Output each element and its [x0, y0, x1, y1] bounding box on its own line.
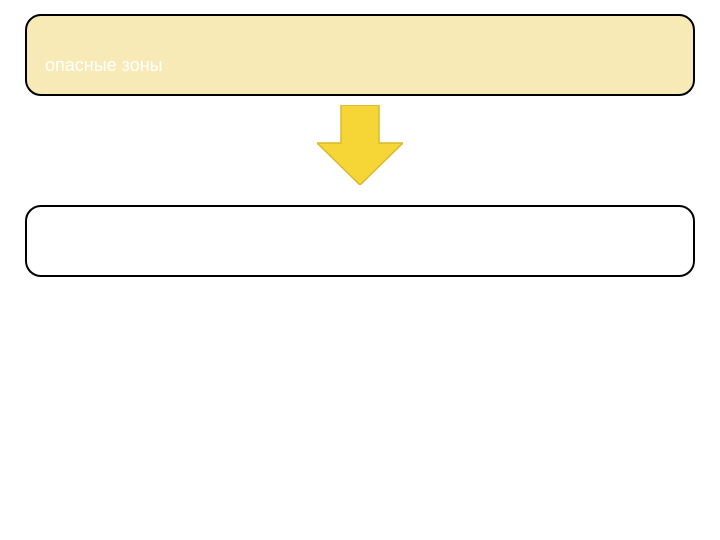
diagram-box-top-label: опасные зоны [45, 55, 163, 76]
arrow-down-icon [317, 105, 403, 190]
diagram-box-bottom [25, 205, 695, 277]
arrow-shape [317, 105, 403, 185]
diagram-box-top: опасные зоны [25, 14, 695, 96]
